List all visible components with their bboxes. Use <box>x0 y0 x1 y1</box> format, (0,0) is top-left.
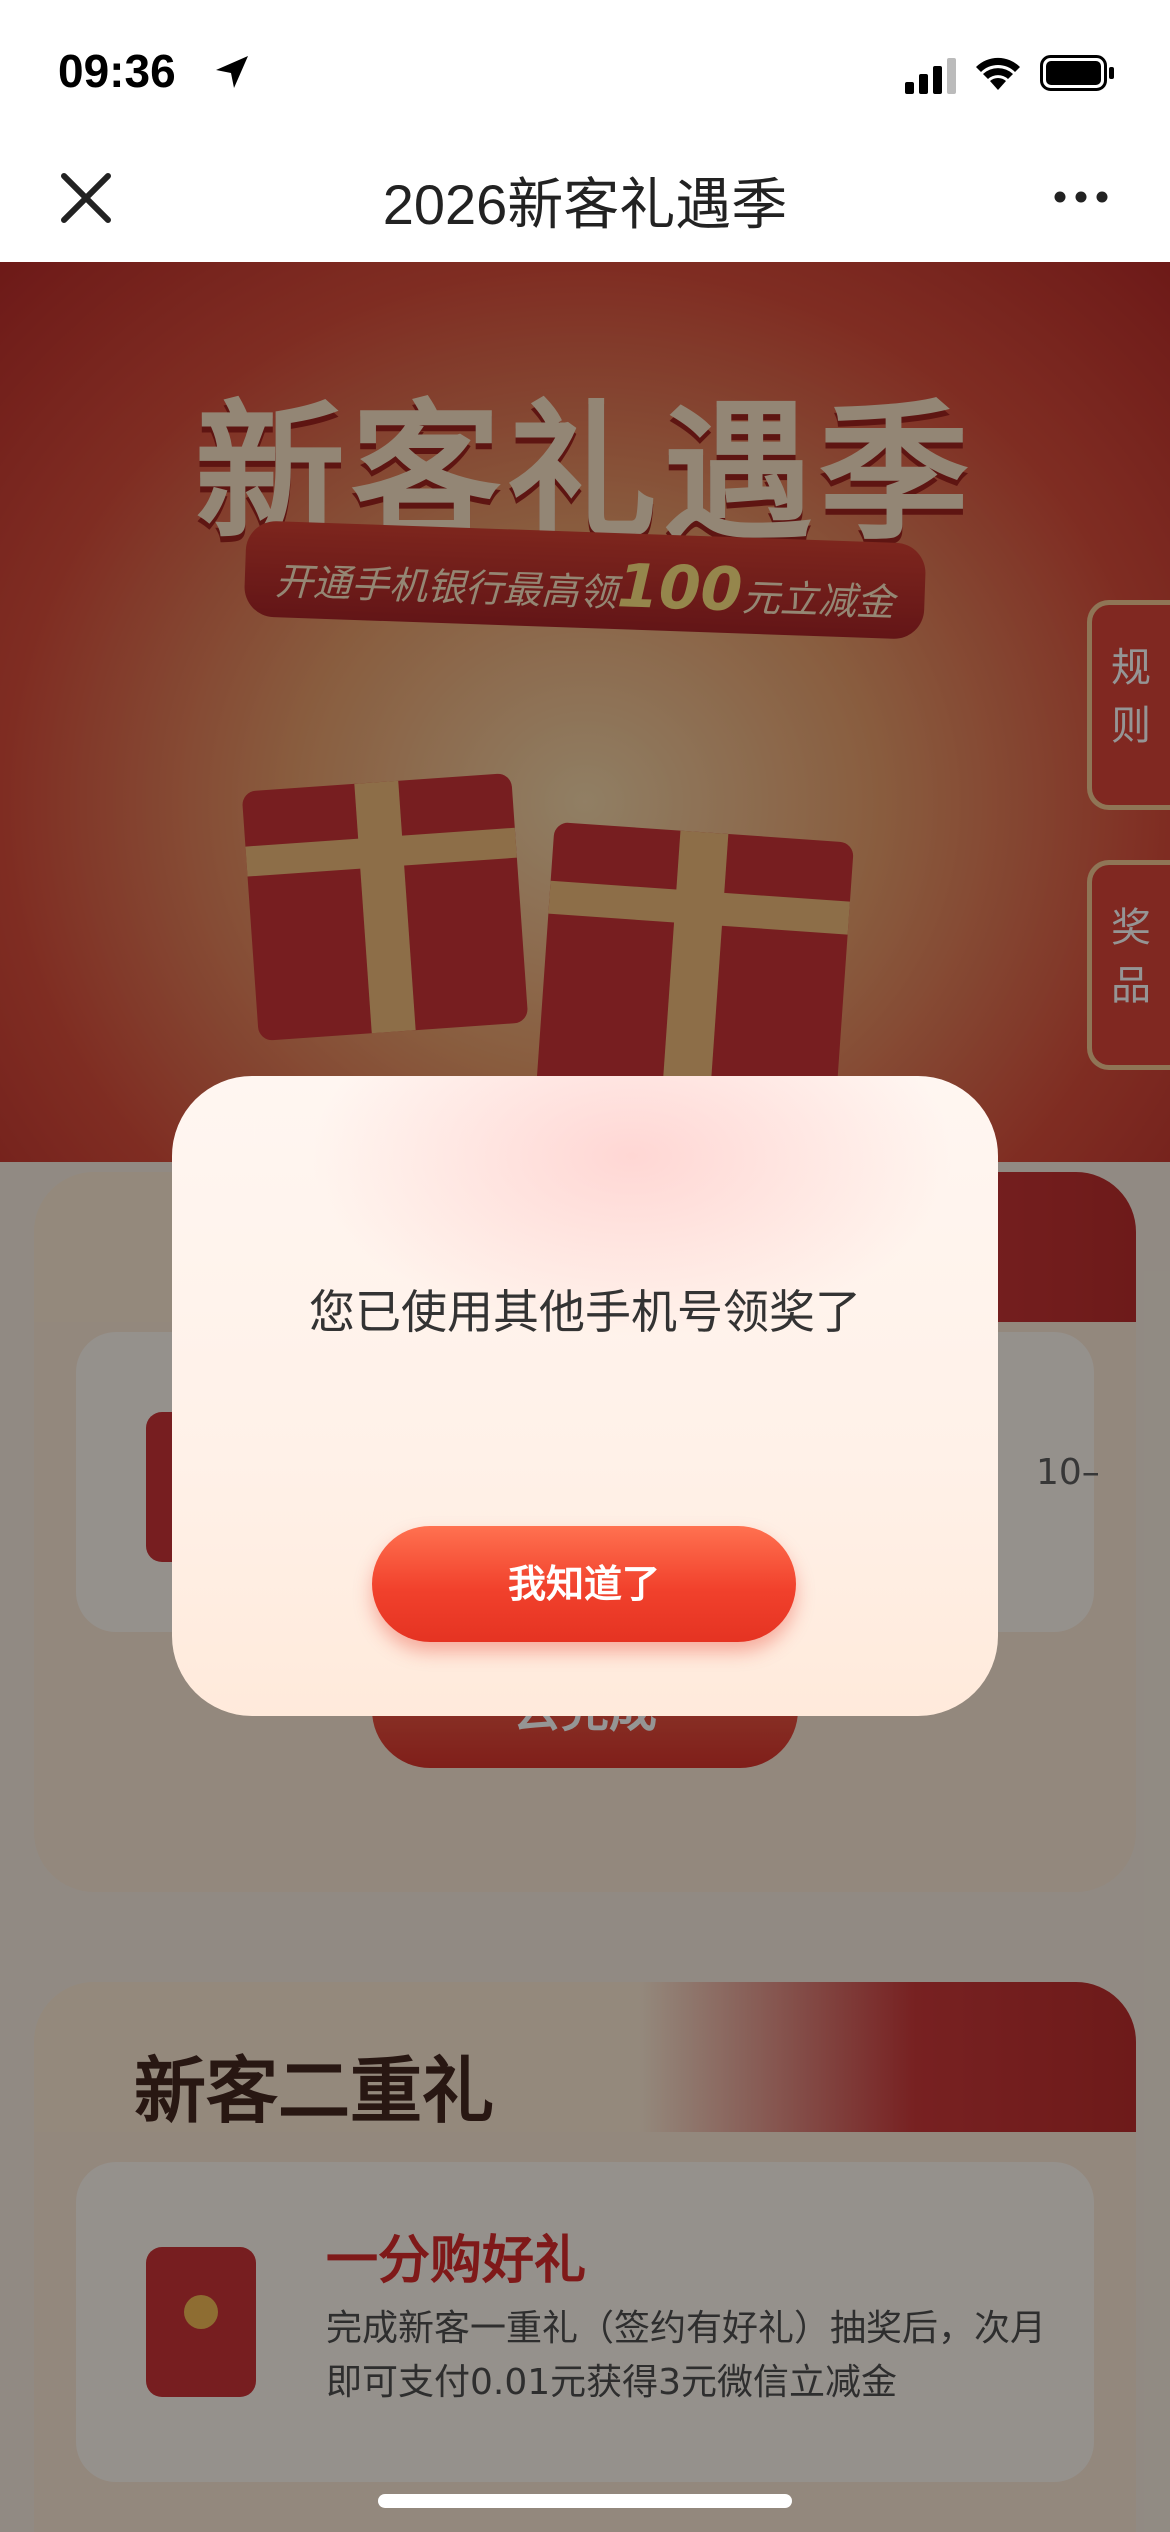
alert-dialog: 您已使用其他手机号领奖了 我知道了 <box>172 1076 998 1716</box>
got-it-button[interactable]: 我知道了 <box>372 1526 796 1642</box>
wifi-icon <box>976 57 1020 90</box>
status-time: 09:36 <box>58 45 176 97</box>
home-indicator[interactable] <box>378 2494 792 2508</box>
cellular-signal-icon <box>905 58 956 94</box>
more-options-icon[interactable] <box>1054 190 1108 204</box>
page-title: 2026新客礼遇季 <box>382 173 788 236</box>
location-arrow-icon <box>216 56 248 88</box>
battery-icon <box>1040 55 1114 91</box>
dialog-message: 您已使用其他手机号领奖了 <box>309 1285 861 1339</box>
